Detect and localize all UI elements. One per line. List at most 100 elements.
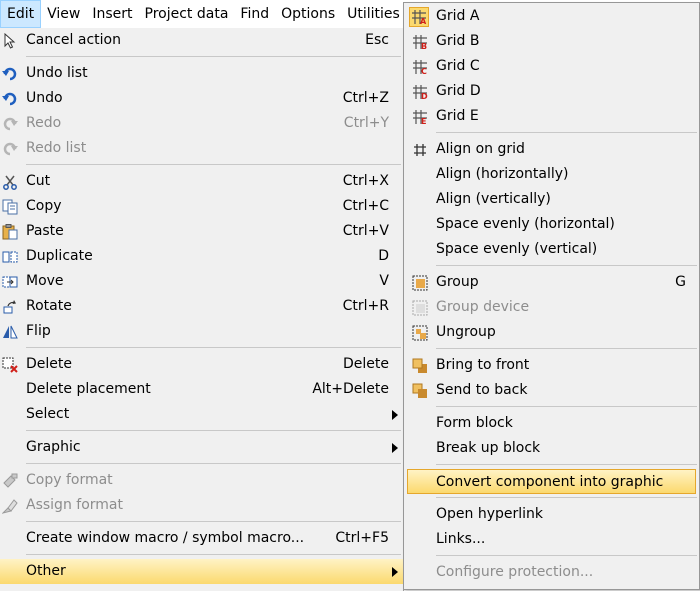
menu-item-label: Bring to front: [436, 357, 530, 373]
menu-separator: [436, 406, 697, 407]
menubar-insert[interactable]: Insert: [86, 0, 138, 28]
menu-item-send-to-back[interactable]: Send to back: [404, 378, 699, 403]
menu-item-copy-format[interactable]: Copy format: [0, 468, 403, 493]
menu-item-label: Delete: [26, 356, 72, 372]
menu-item-label: Space evenly (horizontal): [436, 216, 615, 232]
menu-item-label: Grid B: [436, 33, 480, 49]
menu-item-label: Assign format: [26, 497, 123, 513]
menu-item-label: Duplicate: [26, 248, 93, 264]
menu-item-duplicate[interactable]: Duplicate D: [0, 244, 403, 269]
menu-item-label: Align (horizontally): [436, 166, 569, 182]
menu-item-label: Copy format: [26, 472, 113, 488]
menu-item-group-device[interactable]: Group device: [404, 295, 699, 320]
menu-item-rotate[interactable]: Rotate Ctrl+R: [0, 294, 403, 319]
menu-item-assign-format[interactable]: Assign format: [0, 493, 403, 518]
submenu-arrow-icon: [392, 410, 398, 420]
undo-arrow-icon: [1, 90, 18, 107]
menu-item-label: Configure protection...: [436, 564, 594, 580]
menu-item-label: Undo list: [26, 65, 88, 81]
menu-item-label: Send to back: [436, 382, 528, 398]
menu-item-form-block[interactable]: Form block: [404, 411, 699, 436]
menu-item-flip[interactable]: Flip: [0, 319, 403, 344]
group-icon: [411, 274, 428, 291]
menu-item-space-evenly-vertical[interactable]: Space evenly (vertical): [404, 237, 699, 262]
group-device-icon: [411, 299, 428, 316]
menu-item-grid-b[interactable]: B Grid B: [404, 29, 699, 54]
menu-item-label: Align on grid: [436, 141, 525, 157]
menu-separator: [26, 164, 401, 165]
menu-separator: [26, 521, 401, 522]
menu-item-grid-c[interactable]: C Grid C: [404, 54, 699, 79]
menu-item-links[interactable]: Links...: [404, 527, 699, 552]
menu-item-other[interactable]: Other: [0, 559, 403, 584]
menubar-project-data[interactable]: Project data: [139, 0, 235, 28]
menu-shortcut: Esc: [365, 32, 389, 48]
menu-item-redo-list[interactable]: Redo list: [0, 136, 403, 161]
rotate-icon: [1, 298, 18, 315]
menu-item-label: Move: [26, 273, 64, 289]
menu-separator: [436, 348, 697, 349]
menu-item-configure-protection[interactable]: Configure protection...: [404, 560, 699, 585]
menu-item-group[interactable]: Group G: [404, 270, 699, 295]
menu-item-label: Open hyperlink: [436, 506, 544, 522]
menu-item-label: Rotate: [26, 298, 72, 314]
menu-item-ungroup[interactable]: Ungroup: [404, 320, 699, 345]
menu-item-space-evenly-horizontal[interactable]: Space evenly (horizontal): [404, 212, 699, 237]
menu-item-label: Grid C: [436, 58, 480, 74]
menubar-edit[interactable]: Edit: [0, 0, 42, 28]
menu-item-delete[interactable]: Delete Delete: [0, 352, 403, 377]
ungroup-icon: [411, 324, 428, 341]
menu-item-select[interactable]: Select: [0, 402, 403, 427]
submenu-arrow-icon: [392, 567, 398, 577]
menu-item-paste[interactable]: Paste Ctrl+V: [0, 219, 403, 244]
menu-item-label: Align (vertically): [436, 191, 551, 207]
menu-item-convert-component[interactable]: Convert component into graphic: [407, 469, 696, 494]
menu-item-label: Create window macro / symbol macro...: [26, 530, 305, 546]
menu-shortcut: G: [675, 274, 686, 290]
send-back-icon: [411, 382, 428, 399]
menu-item-label: Redo: [26, 115, 62, 131]
menu-item-grid-e[interactable]: E Grid E: [404, 104, 699, 129]
menu-item-grid-a[interactable]: A Grid A: [404, 4, 699, 29]
assign-format-icon: [1, 497, 18, 514]
menubar-view[interactable]: View: [41, 0, 86, 28]
menu-shortcut: Ctrl+Z: [342, 90, 389, 106]
menu-separator: [26, 554, 401, 555]
menu-item-copy[interactable]: Copy Ctrl+C: [0, 194, 403, 219]
menu-item-cancel-action[interactable]: Cancel action Esc: [0, 28, 403, 53]
menu-separator: [436, 265, 697, 266]
menu-item-move[interactable]: Move V: [0, 269, 403, 294]
menu-separator: [26, 463, 401, 464]
menu-item-graphic[interactable]: Graphic: [0, 435, 403, 460]
menu-item-label: Group device: [436, 299, 530, 315]
menu-item-label: Grid E: [436, 108, 479, 124]
menu-item-label: Paste: [26, 223, 64, 239]
menu-item-delete-placement[interactable]: Delete placement Alt+Delete: [0, 377, 403, 402]
menu-item-align-vertically[interactable]: Align (vertically): [404, 187, 699, 212]
menu-item-align-horizontally[interactable]: Align (horizontally): [404, 162, 699, 187]
menu-item-grid-d[interactable]: D Grid D: [404, 79, 699, 104]
flip-icon: [1, 323, 18, 340]
menu-item-create-macro[interactable]: Create window macro / symbol macro... Ct…: [0, 526, 403, 551]
menu-item-cut[interactable]: Cut Ctrl+X: [0, 169, 403, 194]
svg-text:D: D: [421, 92, 428, 100]
menu-item-redo[interactable]: Redo Ctrl+Y: [0, 111, 403, 136]
menubar-utilities[interactable]: Utilities: [341, 0, 406, 28]
menu-item-undo-list[interactable]: Undo list: [0, 61, 403, 86]
menu-item-label: Delete placement: [26, 381, 151, 397]
svg-text:E: E: [421, 117, 426, 125]
menu-item-open-hyperlink[interactable]: Open hyperlink: [404, 502, 699, 527]
align-grid-icon: [411, 141, 428, 158]
menu-item-undo[interactable]: Undo Ctrl+Z: [0, 86, 403, 111]
menu-item-bring-to-front[interactable]: Bring to front: [404, 353, 699, 378]
menu-item-align-on-grid[interactable]: Align on grid: [404, 137, 699, 162]
scissors-icon: [1, 173, 18, 190]
menubar-options[interactable]: Options: [275, 0, 341, 28]
menu-separator: [26, 56, 401, 57]
copy-icon: [1, 198, 18, 215]
svg-text:C: C: [421, 67, 427, 75]
menubar-find[interactable]: Find: [234, 0, 275, 28]
grid-d-icon: D: [411, 83, 428, 100]
menu-item-break-up-block[interactable]: Break up block: [404, 436, 699, 461]
redo-arrow-icon: [1, 115, 18, 132]
